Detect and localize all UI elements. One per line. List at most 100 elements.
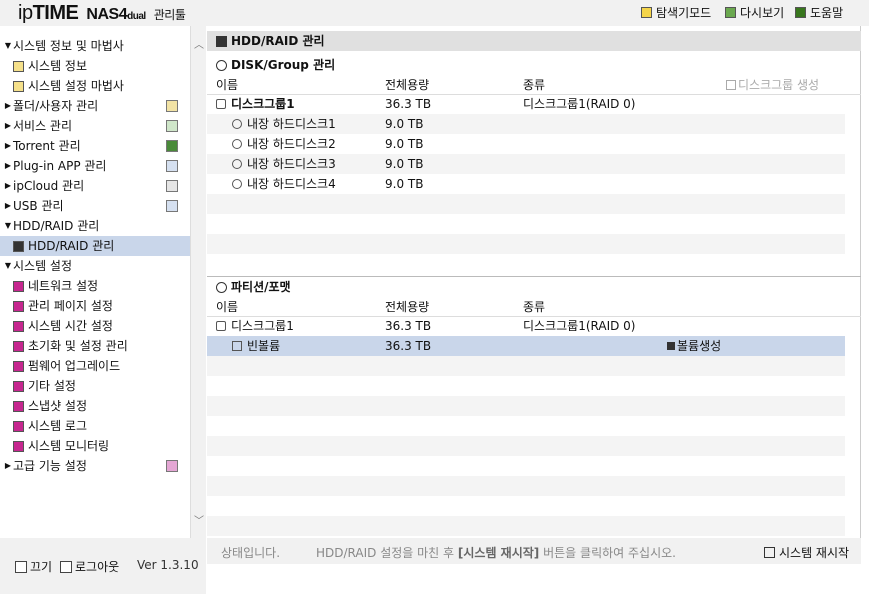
- restart-icon: [764, 547, 775, 558]
- create-volume-button[interactable]: 볼륨생성: [667, 336, 721, 356]
- volume-icon: [232, 341, 242, 351]
- table-row[interactable]: 디스크그룹1 36.3 TB 디스크그룹1(RAID 0): [207, 94, 845, 114]
- menu-plugin-app[interactable]: ▶ Plug-in APP 관리: [0, 156, 190, 176]
- plugin-icon: [166, 160, 178, 172]
- chart-icon: [13, 80, 24, 92]
- expand-right-icon: ▶: [4, 141, 12, 150]
- partition-section-title: 파티션/포맷: [207, 277, 861, 297]
- empty-row: [207, 496, 845, 516]
- table-row[interactable]: 내장 하드디스크2 9.0 TB: [207, 134, 845, 154]
- empty-row: [207, 234, 845, 254]
- table-row[interactable]: 내장 하드디스크3 9.0 TB: [207, 154, 845, 174]
- disk-group-icon: [216, 99, 226, 109]
- empty-row: [207, 376, 845, 396]
- menu-other-settings[interactable]: 기타 설정: [0, 376, 190, 396]
- table-row[interactable]: 빈볼륨 36.3 TB 볼륨생성: [207, 336, 845, 356]
- disk-icon: [216, 35, 227, 47]
- torrent-icon: [166, 140, 178, 152]
- folder-icon: [641, 7, 652, 18]
- disk-group-icon: [216, 59, 227, 71]
- expand-down-icon: ▼: [4, 261, 12, 270]
- hard-disk-icon: [232, 179, 242, 189]
- create-disk-group-button[interactable]: 디스크그룹 생성: [726, 76, 819, 95]
- power-icon: [15, 560, 27, 573]
- page-title: HDD/RAID 관리: [207, 31, 861, 51]
- menu-service[interactable]: ▶ 서비스 관리: [0, 116, 190, 136]
- refresh-icon: [725, 7, 736, 18]
- empty-row: [207, 396, 845, 416]
- menu-system-info-wizard[interactable]: ▼ 시스템 정보 및 마법사: [0, 36, 190, 56]
- expand-down-icon: ▼: [4, 221, 12, 230]
- menu-usb[interactable]: ▶ USB 관리: [0, 196, 190, 216]
- chevron-down-icon[interactable]: ﹀: [191, 514, 207, 530]
- settings-icon: [13, 340, 24, 352]
- settings-icon: [13, 280, 24, 292]
- menu-system-info[interactable]: 시스템 정보: [0, 56, 190, 76]
- table-row[interactable]: 내장 하드디스크1 9.0 TB: [207, 114, 845, 134]
- menu-ipcloud[interactable]: ▶ ipCloud 관리: [0, 176, 190, 196]
- expand-right-icon: ▶: [4, 161, 12, 170]
- plus-icon: [667, 342, 675, 350]
- help-icon: [795, 7, 806, 18]
- logout-button[interactable]: 로그아웃: [60, 558, 119, 575]
- cloud-icon: [166, 180, 178, 192]
- expand-right-icon: ▶: [4, 201, 12, 210]
- advanced-icon: [166, 460, 178, 472]
- disk-table-header: 이름 전체용량 종류 디스크그룹 생성: [207, 76, 861, 95]
- menu-setup-wizard[interactable]: 시스템 설정 마법사: [0, 76, 190, 96]
- folder-user-icon: [166, 100, 178, 112]
- table-row[interactable]: 디스크그룹1 36.3 TB 디스크그룹1(RAID 0): [207, 316, 845, 336]
- hard-disk-icon: [232, 119, 242, 129]
- menu-admin-page-settings[interactable]: 관리 페이지 설정: [0, 296, 190, 316]
- menu-reset-config[interactable]: 초기화 및 설정 관리: [0, 336, 190, 356]
- menu-hdd-raid[interactable]: ▼ HDD/RAID 관리: [0, 216, 190, 236]
- menu-snapshot-settings[interactable]: 스냅샷 설정: [0, 396, 190, 416]
- logout-icon: [60, 560, 72, 573]
- menu-folder-user[interactable]: ▶ 폴더/사용자 관리: [0, 96, 190, 116]
- menu-system-settings[interactable]: ▼ 시스템 설정: [0, 256, 190, 276]
- service-icon: [166, 120, 178, 132]
- empty-row: [207, 254, 845, 274]
- usb-icon: [166, 200, 178, 212]
- expand-right-icon: ▶: [4, 181, 12, 190]
- disk-group-section-title: DISK/Group 관리: [207, 55, 861, 75]
- menu-system-monitoring[interactable]: 시스템 모니터링: [0, 436, 190, 456]
- hard-disk-icon: [232, 159, 242, 169]
- add-group-icon: [726, 80, 736, 90]
- iptime-logo: ipTIME NAS4dual 관리툴: [18, 2, 186, 24]
- help-link[interactable]: 도움말: [795, 4, 843, 21]
- empty-row: [207, 436, 845, 456]
- empty-row: [207, 214, 845, 234]
- version-label: Ver 1.3.10: [137, 558, 199, 572]
- table-row[interactable]: 내장 하드디스크4 9.0 TB: [207, 174, 845, 194]
- sidebar: ▼ 시스템 정보 및 마법사 시스템 정보 시스템 설정 마법사 ▶ 폴더/사용자 …: [0, 26, 206, 538]
- refresh-link[interactable]: 다시보기: [725, 4, 784, 21]
- menu-advanced-settings[interactable]: ▶ 고급 기능 설정: [0, 456, 190, 476]
- settings-icon: [13, 420, 24, 432]
- empty-row: [207, 416, 845, 436]
- status-bar: 상태입니다. HDD/RAID 설정을 마친 후 [시스템 재시작] 버튼을 클…: [207, 538, 861, 564]
- power-off-button[interactable]: 끄기: [15, 558, 52, 575]
- empty-row: [207, 476, 845, 496]
- menu-network-settings[interactable]: 네트워크 설정: [0, 276, 190, 296]
- settings-icon: [13, 360, 24, 372]
- menu-hdd-raid-manage[interactable]: HDD/RAID 관리: [0, 236, 190, 256]
- empty-row: [207, 356, 845, 376]
- header-bar: ipTIME NAS4dual 관리툴 탐색기모드 다시보기 도움말: [0, 0, 869, 26]
- explore-mode-link[interactable]: 탐색기모드: [641, 4, 711, 21]
- expand-down-icon: ▼: [4, 41, 12, 50]
- menu-firmware-upgrade[interactable]: 펌웨어 업그레이드: [0, 356, 190, 376]
- chevron-up-icon[interactable]: ︿: [191, 38, 207, 54]
- settings-icon: [13, 320, 24, 332]
- sidebar-menu: ▼ 시스템 정보 및 마법사 시스템 정보 시스템 설정 마법사 ▶ 폴더/사용자 …: [0, 36, 190, 476]
- disk-icon: [13, 240, 24, 252]
- sidebar-footer: 끄기 로그아웃 Ver 1.3.10: [0, 538, 206, 594]
- menu-system-log[interactable]: 시스템 로그: [0, 416, 190, 436]
- sidebar-scrollbar[interactable]: ︿ ﹀: [190, 26, 206, 538]
- expand-right-icon: ▶: [4, 461, 12, 470]
- menu-system-time[interactable]: 시스템 시간 설정: [0, 316, 190, 336]
- settings-icon: [13, 400, 24, 412]
- menu-torrent[interactable]: ▶ Torrent 관리: [0, 136, 190, 156]
- disk-group-icon: [216, 321, 226, 331]
- system-restart-button[interactable]: 시스템 재시작: [764, 544, 849, 561]
